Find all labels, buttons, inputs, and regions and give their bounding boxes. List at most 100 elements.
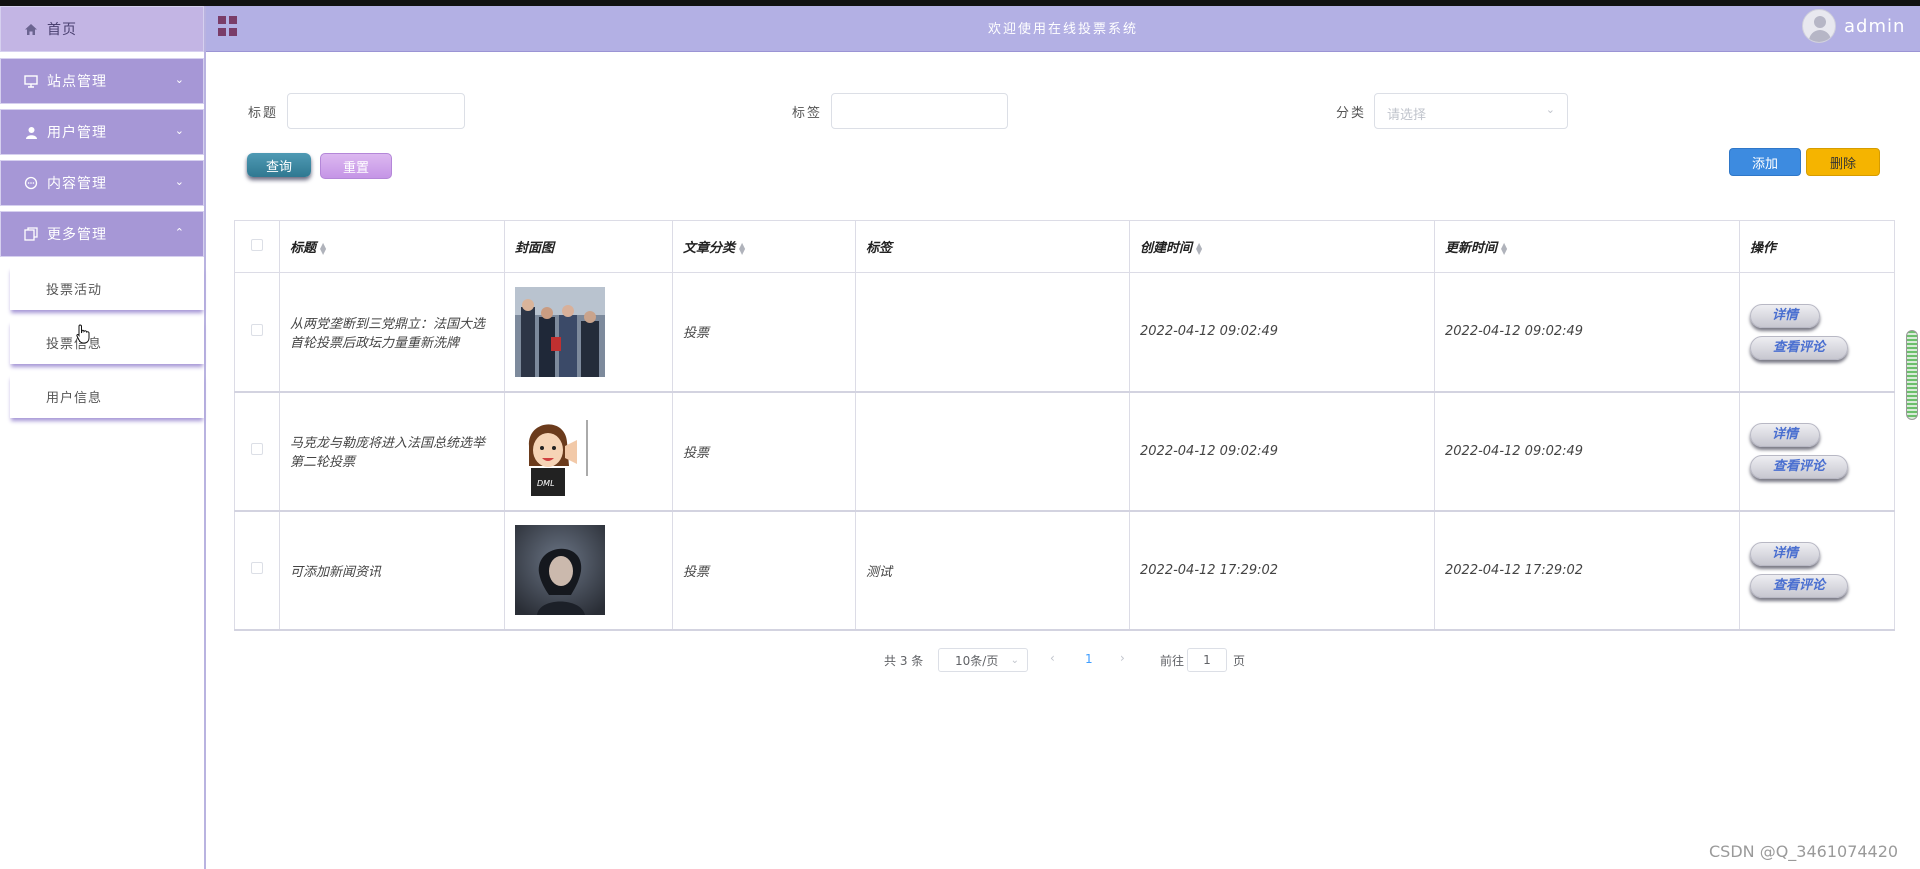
cell-title: 从两党垄断到三党鼎立：法国大选首轮投票后政坛力量重新洗牌 [279,272,505,393]
title-label: 标题 [248,106,279,121]
detail-button[interactable]: 详情 [1750,542,1820,566]
category-placeholder: 请选择 [1387,108,1427,123]
home-icon [23,23,39,36]
cover-image [515,525,605,615]
header-bar: 欢迎使用在线投票系统 admin [206,6,1920,52]
sidebar-item-home-label: 首页 [47,22,77,38]
chevron-down-icon: ⌄ [174,124,185,137]
page-unit-label: 页 [1233,654,1246,668]
sidebar: 首页 站点管理 ⌄ 用户管理 ⌄ 内容管理 ⌄ 更多管理 ⌃ 投票活动 投票信息 [0,6,206,869]
table-row: 从两党垄断到三党鼎立：法国大选首轮投票后政坛力量重新洗牌 投票 2022-04-… [234,272,1895,393]
cell-cover: DML [504,391,673,512]
title-input[interactable] [287,93,465,129]
table-header-row: 标题 ▲ ▼ 封面图 文章分类 ▲ ▼ 标签 创建时间 ▲ ▼ 更新时间 ▲ ▼ 操作 [234,220,1895,273]
chevron-down-icon: ⌄ [1545,103,1555,116]
copy-icon [23,227,39,241]
goto-label: 前往 [1160,654,1185,668]
cell-cover [504,272,673,393]
add-button[interactable]: 添加 [1729,148,1801,176]
cell-actions: 详情 查看评论 [1739,391,1895,512]
category-label: 分类 [1336,106,1367,121]
sidebar-subitem-label: 投票活动 [46,282,103,298]
next-page-icon[interactable]: › [1120,651,1125,665]
svg-text:DML: DML [537,479,555,488]
sidebar-item-more[interactable]: 更多管理 ⌃ [0,211,204,257]
sidebar-subitem-vote-activity[interactable]: 投票活动 [10,266,204,310]
cell-created: 2022-04-12 09:02:49 [1129,391,1435,512]
scrollbar[interactable] [1906,330,1918,420]
view-comments-button[interactable]: 查看评论 [1750,455,1848,479]
sidebar-item-home[interactable]: 首页 [0,6,204,52]
cover-image: DML [515,406,605,496]
sidebar-subitem-label: 投票信息 [46,336,103,352]
table-row: 可添加新闻资讯 投票 测试 2022-04-12 17:29:02 2022-0… [234,510,1895,631]
cell-title: 马克龙与勒庞将进入法国总统选举第二轮投票 [279,391,505,512]
monitor-icon [23,74,39,88]
avatar[interactable] [1802,9,1836,43]
cell-category: 投票 [672,391,856,512]
detail-button[interactable]: 详情 [1750,303,1820,328]
column-header: 标签 [855,220,1130,273]
row-select[interactable] [234,272,280,393]
view-comments-button[interactable]: 查看评论 [1750,335,1848,360]
sidebar-item-content[interactable]: 内容管理 ⌄ [0,160,204,206]
column-header[interactable]: 创建时间 ▲ ▼ [1129,220,1435,273]
checkbox[interactable] [251,562,263,574]
sidebar-item-label: 站点管理 [47,74,107,90]
column-header: 操作 [1739,220,1895,273]
category-select[interactable]: 请选择 ⌄ [1374,93,1568,129]
view-comments-button[interactable]: 查看评论 [1750,574,1848,598]
table-row: 马克龙与勒庞将进入法国总统选举第二轮投票 DML 投票 2022-04-12 0… [234,391,1895,512]
column-header[interactable]: 标题 ▲ ▼ [279,220,505,273]
column-header: 封面图 [504,220,673,273]
sort-icon[interactable]: ▲ ▼ [739,241,745,255]
tag-label: 标签 [792,106,823,121]
cell-created: 2022-04-12 09:02:49 [1129,272,1435,393]
pagination-total: 共 3 条 [884,654,924,668]
username[interactable]: admin [1844,16,1905,37]
tag-input[interactable] [831,93,1008,129]
cell-updated: 2022-04-12 17:29:02 [1434,510,1740,631]
chat-icon [23,176,39,190]
cell-cover [504,510,673,631]
chevron-up-icon: ⌃ [174,226,185,239]
column-header[interactable]: 文章分类 ▲ ▼ [672,220,856,273]
delete-button[interactable]: 删除 [1806,148,1880,176]
cell-category: 投票 [672,272,856,393]
sort-icon[interactable]: ▲ ▼ [1501,241,1507,255]
sidebar-subitem-vote-info[interactable]: 投票信息 [10,320,204,364]
row-select[interactable] [234,510,280,631]
cell-tag: 测试 [855,510,1130,631]
sidebar-item-site[interactable]: 站点管理 ⌄ [0,58,204,104]
hand-cursor-icon [76,324,90,344]
watermark: CSDN @Q_3461074420 [1709,842,1899,861]
page-size-value: 10条/页 [955,653,999,668]
chevron-down-icon: ⌄ [1010,654,1019,666]
goto-page-input[interactable]: 1 [1187,648,1227,672]
header-select-all[interactable] [234,220,280,273]
prev-page-icon[interactable]: ‹ [1050,651,1055,665]
page-size-select[interactable]: 10条/页 ⌄ [938,648,1028,672]
page-title: 欢迎使用在线投票系统 [987,22,1138,37]
sidebar-item-label: 更多管理 [47,227,107,243]
sidebar-item-users[interactable]: 用户管理 ⌄ [0,109,204,155]
sort-icon[interactable]: ▲ ▼ [1196,241,1202,255]
reset-button[interactable]: 重置 [320,153,392,179]
cell-updated: 2022-04-12 09:02:49 [1434,391,1740,512]
cell-actions: 详情 查看评论 [1739,272,1895,393]
cell-title: 可添加新闻资讯 [279,510,505,631]
checkbox[interactable] [251,238,263,251]
checkbox[interactable] [251,323,263,336]
column-header[interactable]: 更新时间 ▲ ▼ [1434,220,1740,273]
page-number[interactable]: 1 [1085,652,1093,666]
sidebar-item-label: 内容管理 [47,176,107,192]
sidebar-subitem-user-info[interactable]: 用户信息 [10,374,204,418]
cell-category: 投票 [672,510,856,631]
search-button[interactable]: 查询 [247,153,311,177]
chevron-down-icon: ⌄ [174,175,185,188]
checkbox[interactable] [251,443,263,455]
detail-button[interactable]: 详情 [1750,423,1820,447]
row-select[interactable] [234,391,280,512]
sort-icon[interactable]: ▲ ▼ [320,241,326,255]
data-table: 标题 ▲ ▼ 封面图 文章分类 ▲ ▼ 标签 创建时间 ▲ ▼ 更新时间 ▲ ▼ 操作 从两党垄… [234,220,1895,631]
